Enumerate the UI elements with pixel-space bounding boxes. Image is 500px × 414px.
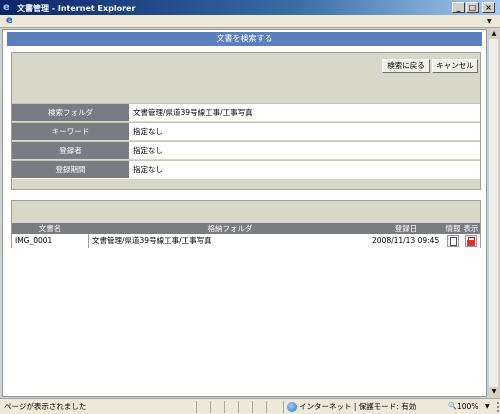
status-bar: ページが表示されました インターネット | 保護モード: 有効 🔍 100% ▼ <box>0 398 500 414</box>
chevron-down-icon[interactable]: ▼ <box>487 18 492 25</box>
maximize-button[interactable]: □ <box>466 2 479 13</box>
criteria-label: 検索フォルダ <box>12 104 129 121</box>
results-panel: 文書名 格納フォルダ 登録日 情報 表示 IMG_0001 文書管理/県道39号… <box>11 200 481 248</box>
title-bar: e 文書管理 - Internet Explorer _ □ × <box>0 0 500 15</box>
security-zone[interactable]: インターネット | 保護モード: 有効 <box>299 399 416 414</box>
minimize-button[interactable]: _ <box>452 2 465 13</box>
page-ie-icon[interactable]: e <box>6 16 16 26</box>
vertical-scrollbar[interactable]: ▲ ▼ <box>488 29 499 397</box>
table-row: IMG_0001 文書管理/県道39号線工事/工事写真 2008/11/13 0… <box>12 234 480 248</box>
criteria-label: キーワード <box>12 123 129 140</box>
window-title: 文書管理 - Internet Explorer <box>17 4 136 13</box>
criteria-row-keyword: キーワード 指定なし <box>12 122 480 140</box>
column-header-info: 情報 <box>445 224 461 233</box>
close-button[interactable]: × <box>482 2 495 13</box>
document-info-icon[interactable] <box>447 235 459 247</box>
chevron-down-icon[interactable]: ▼ <box>485 399 490 414</box>
page-title: 文書を検索する <box>7 32 482 46</box>
criteria-row-folder: 検索フォルダ 文書管理/県道39号線工事/工事写真 <box>12 103 480 121</box>
document-name[interactable]: IMG_0001 <box>15 234 52 248</box>
ie-logo-icon: e <box>3 2 10 13</box>
zoom-level[interactable]: 100% <box>457 399 478 414</box>
results-header: 文書名 格納フォルダ 登録日 情報 表示 <box>12 223 480 234</box>
page-content: 文書を検索する 検索に戻る キャンセル 検索フォルダ 文書管理/県道39号線工事… <box>2 29 487 397</box>
column-header-folder[interactable]: 格納フォルダ <box>90 223 370 234</box>
criteria-label: 登録者 <box>12 142 129 159</box>
scroll-up-icon[interactable]: ▲ <box>489 29 499 39</box>
document-view-icon[interactable] <box>465 235 477 247</box>
criteria-label: 登録期間 <box>12 161 129 178</box>
resize-grip[interactable] <box>493 402 499 412</box>
document-date: 2008/11/13 09:45 <box>372 236 440 245</box>
column-header-name[interactable]: 文書名 <box>12 223 88 234</box>
scroll-down-icon[interactable]: ▼ <box>489 387 499 397</box>
search-criteria-panel: 検索に戻る キャンセル 検索フォルダ 文書管理/県道39号線工事/工事写真 キー… <box>11 52 481 190</box>
criteria-value: 指定なし <box>133 127 163 136</box>
criteria-row-registrant: 登録者 指定なし <box>12 141 480 159</box>
globe-icon <box>287 402 297 412</box>
criteria-value: 指定なし <box>133 165 163 174</box>
column-header-date[interactable]: 登録日 <box>368 223 444 234</box>
status-text: ページが表示されました <box>4 402 87 411</box>
column-header-view: 表示 <box>463 224 479 233</box>
browser-toolbar: e ▼ <box>0 15 500 28</box>
criteria-value: 指定なし <box>133 146 163 155</box>
cancel-button[interactable]: キャンセル <box>432 59 478 73</box>
back-to-search-button[interactable]: 検索に戻る <box>382 59 430 73</box>
criteria-row-period: 登録期間 指定なし <box>12 160 480 179</box>
criteria-value: 文書管理/県道39号線工事/工事写真 <box>133 108 253 117</box>
document-folder: 文書管理/県道39号線工事/工事写真 <box>92 236 212 245</box>
zoom-icon[interactable]: 🔍 <box>448 399 457 414</box>
